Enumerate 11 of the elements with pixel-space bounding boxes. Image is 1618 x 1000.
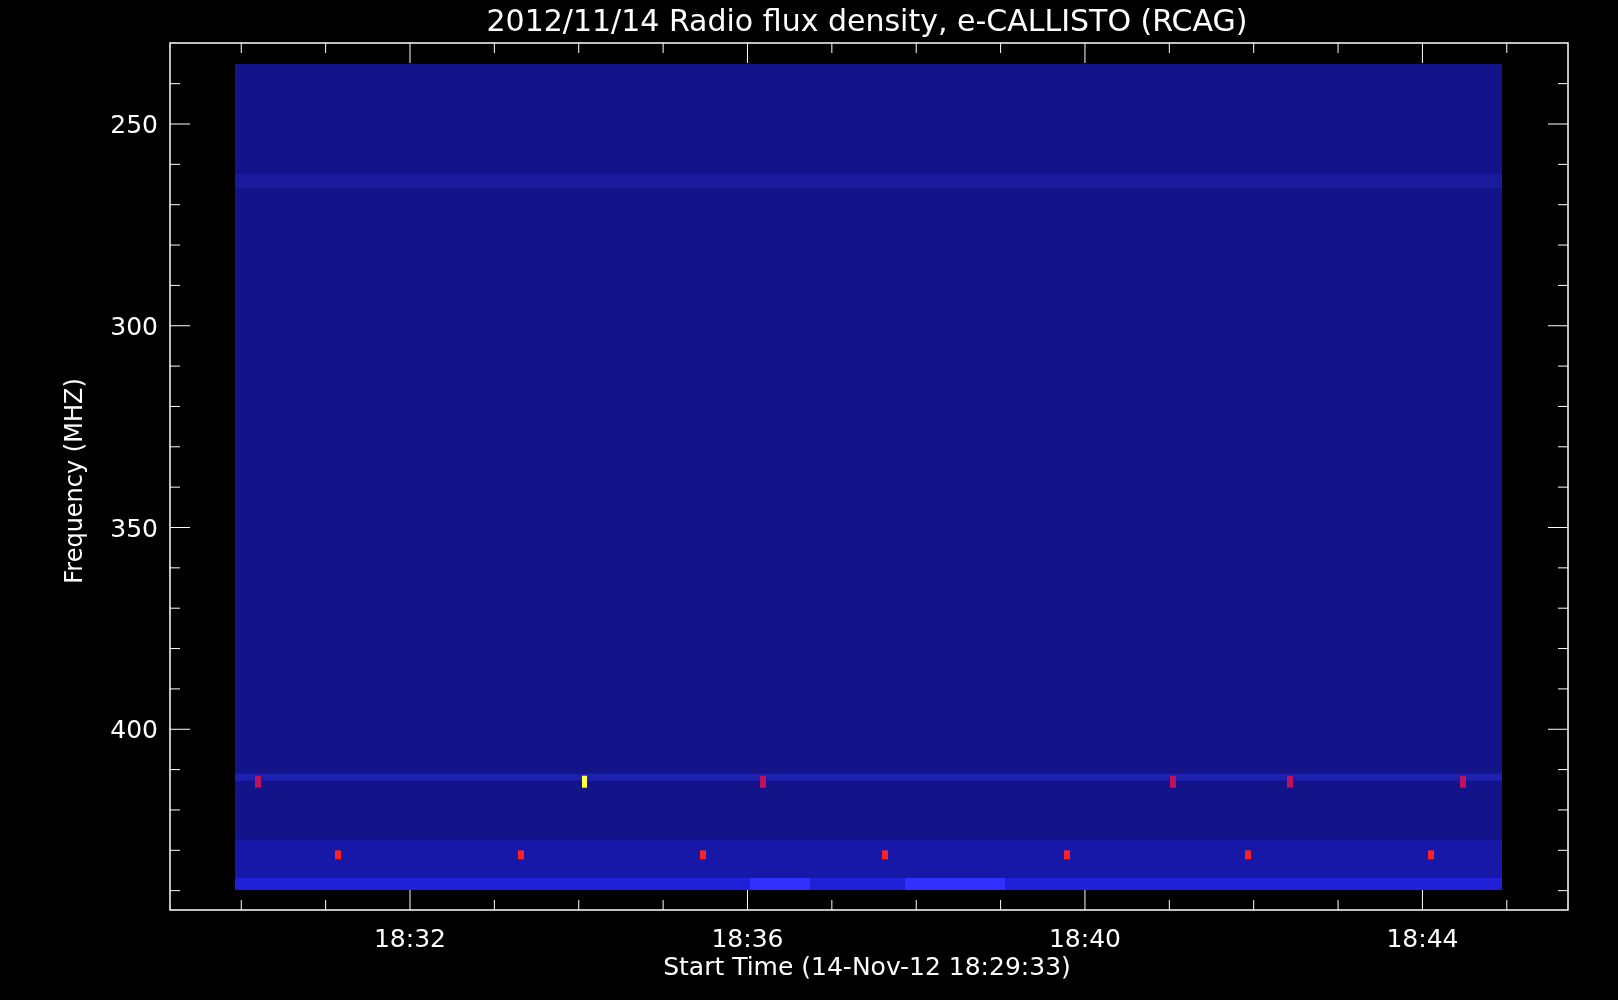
x-tick-label: 18:40 xyxy=(1048,924,1121,953)
x-tick-label: 18:32 xyxy=(374,924,446,953)
y-tick-label: 350 xyxy=(110,513,158,543)
y-tick-label: 250 xyxy=(110,110,158,139)
x-tick-label: 18:36 xyxy=(711,924,784,953)
x-axis-label: Start Time (14-Nov-12 18:29:33) xyxy=(663,952,1071,981)
y-tick-label: 400 xyxy=(110,715,158,745)
y-tick-label: 300 xyxy=(110,311,158,341)
x-tick-label: 18:44 xyxy=(1386,924,1459,953)
chart-title: 2012/11/14 Radio flux density, e-CALLISTO (RCAG) xyxy=(486,3,1248,38)
y-axis-label: Frequency (MHZ) xyxy=(60,378,88,584)
